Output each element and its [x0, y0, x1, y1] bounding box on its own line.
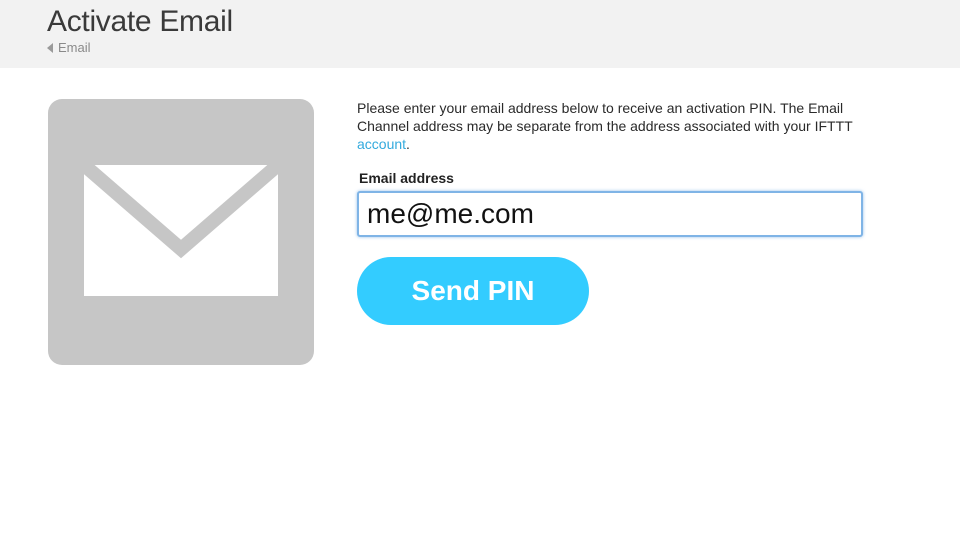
activation-form: Please enter your email address below to… [357, 99, 877, 325]
email-field[interactable] [357, 191, 863, 237]
account-link[interactable]: account [357, 136, 406, 152]
email-field-label: Email address [359, 170, 454, 186]
breadcrumb-label[interactable]: Email [58, 40, 91, 56]
breadcrumb[interactable]: Email [47, 40, 91, 56]
email-channel-logo [48, 99, 314, 365]
instructions-text: Please enter your email address below to… [357, 99, 877, 153]
back-caret-icon [47, 43, 53, 53]
page-title: Activate Email [47, 5, 233, 38]
instructions-text-end: . [406, 136, 410, 152]
instructions-text-body: Please enter your email address below to… [357, 100, 853, 134]
envelope-icon [79, 159, 283, 296]
page-header: Activate Email Email [0, 0, 960, 68]
send-pin-button[interactable]: Send PIN [357, 257, 589, 325]
